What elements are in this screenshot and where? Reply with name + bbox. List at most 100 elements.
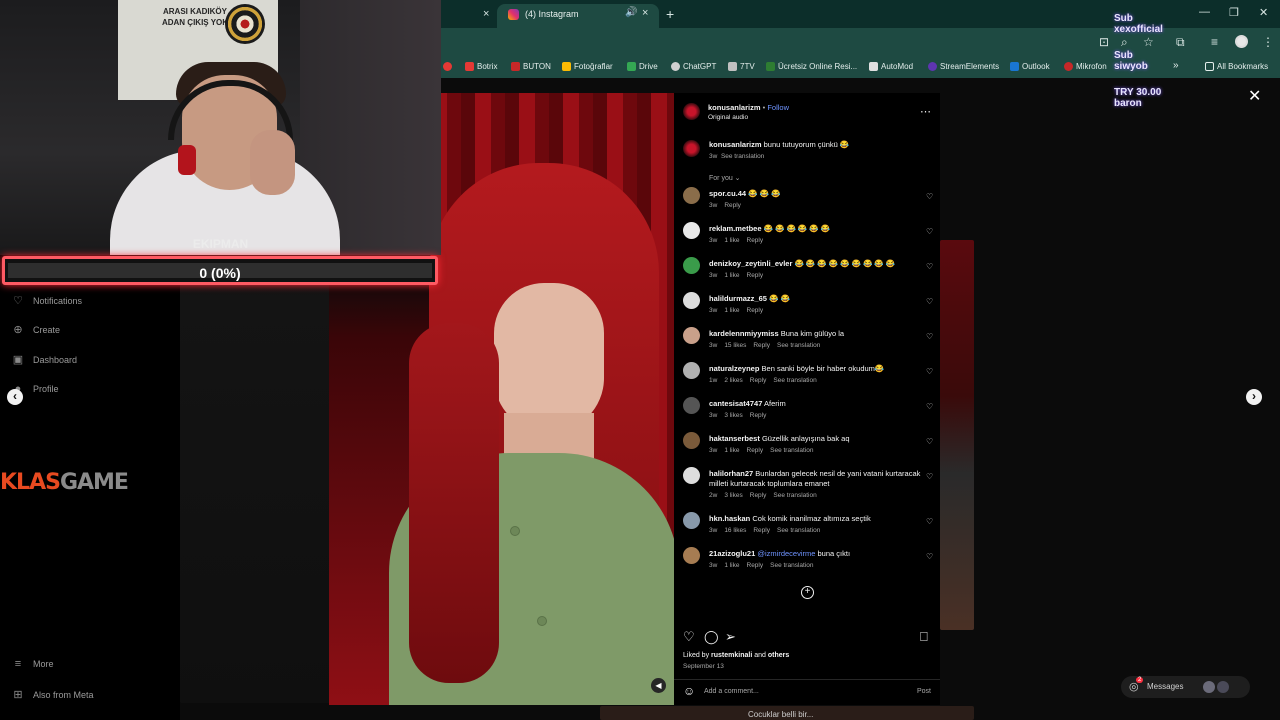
bookmark-star-icon[interactable]: ☆ (1143, 35, 1154, 49)
more-options-icon[interactable]: ⋯ (920, 105, 931, 118)
comment-see-translation[interactable]: See translation (777, 527, 820, 534)
comment-avatar[interactable] (683, 512, 700, 529)
comment-avatar[interactable] (683, 327, 700, 344)
like-icon[interactable]: ♡ (683, 629, 695, 645)
comment-username[interactable]: halilorhan27 (709, 469, 753, 478)
caption-avatar[interactable] (683, 140, 700, 157)
comment-see-translation[interactable]: See translation (770, 562, 813, 569)
messages-button[interactable]: ◎ 2 Messages (1121, 676, 1250, 698)
comment-username[interactable]: hkn.haskan (709, 514, 750, 523)
sidebar-item-create[interactable]: ⊕ Create (12, 323, 60, 336)
comment-username[interactable]: haktanserbest (709, 434, 760, 443)
comment-reply-button[interactable]: Reply (747, 237, 764, 244)
comment-likes[interactable]: 1 like (724, 447, 739, 454)
comment-see-translation[interactable]: See translation (773, 492, 816, 499)
profile-avatar-icon[interactable] (1235, 35, 1248, 48)
comment-likes[interactable]: 16 likes (724, 527, 746, 534)
comment-see-translation[interactable]: See translation (773, 377, 816, 384)
comment-username[interactable]: naturalzeynep (709, 364, 759, 373)
menu-icon[interactable]: ⋮ (1262, 35, 1274, 49)
comment-reply-button[interactable]: Reply (750, 412, 767, 419)
media-control-icon[interactable]: ≡ (1211, 35, 1218, 49)
all-bookmarks-button[interactable]: All Bookmarks (1205, 62, 1268, 71)
comment-avatar[interactable] (683, 432, 700, 449)
comment-like-icon[interactable]: ♡ (926, 227, 933, 236)
zoom-icon[interactable]: ⌕ (1121, 35, 1128, 50)
comment-likes[interactable]: 1 like (724, 272, 739, 279)
comment-username[interactable]: denizkoy_zeytinli_evler (709, 259, 792, 268)
bookmark-item-drive[interactable]: Drive (627, 62, 658, 71)
comment-avatar[interactable] (683, 467, 700, 484)
comment-reply-button[interactable]: Reply (747, 562, 764, 569)
bookmark-item-botrix[interactable]: Botrix (465, 62, 497, 71)
comment-like-icon[interactable]: ♡ (926, 367, 933, 376)
likes-user[interactable]: rustemkinali (711, 652, 752, 659)
close-icon[interactable]: ✕ (1248, 86, 1261, 106)
comment-reply-button[interactable]: Reply (753, 527, 770, 534)
comment-avatar[interactable] (683, 257, 700, 274)
sidebar-item-notifications[interactable]: ♡ Notifications (12, 294, 82, 307)
author-name[interactable]: konusanlarizm (708, 103, 761, 112)
comment-likes[interactable]: 3 likes (724, 412, 742, 419)
comment-likes[interactable]: 1 like (724, 307, 739, 314)
tab-audio-icon[interactable]: 🔊 (625, 7, 637, 18)
comment-like-icon[interactable]: ♡ (926, 192, 933, 201)
comment-avatar[interactable] (683, 292, 700, 309)
bookmark-item-outlook[interactable]: Outlook (1010, 62, 1050, 71)
comment-sort-dropdown[interactable]: For you ⌄ (709, 174, 741, 182)
sidebar-item-also-from-meta[interactable]: ⊞ Also from Meta (12, 688, 93, 701)
comment-see-translation[interactable]: See translation (770, 447, 813, 454)
comment-like-icon[interactable]: ♡ (926, 297, 933, 306)
comment-like-icon[interactable]: ♡ (926, 517, 933, 526)
bookmark-item-ucretsiz[interactable]: Ücretsiz Online Resi... (766, 62, 857, 71)
bookmark-item-buton[interactable]: BUTON (511, 62, 551, 71)
new-tab-button[interactable]: + (666, 6, 674, 22)
comment-like-icon[interactable]: ♡ (926, 472, 933, 481)
likes-others[interactable]: others (768, 652, 789, 659)
comment-avatar[interactable] (683, 397, 700, 414)
comment-like-icon[interactable]: ♡ (926, 552, 933, 561)
comment-avatar[interactable] (683, 547, 700, 564)
comment-avatar[interactable] (683, 222, 700, 239)
comment-mention[interactable]: @izmirdecevirme (757, 549, 815, 558)
follow-button[interactable]: Follow (767, 103, 789, 112)
extensions-icon[interactable]: ⧉ (1176, 35, 1185, 50)
comment-likes[interactable]: 3 likes (724, 492, 742, 499)
comment-username[interactable]: cantesisat4747 (709, 399, 762, 408)
previous-reel-button[interactable]: ‹ (7, 389, 23, 405)
comment-username[interactable]: halildurmazz_65 (709, 294, 767, 303)
bookmark-item-fotograflar[interactable]: Fotoğraflar (562, 62, 613, 71)
add-comment-input[interactable]: Add a comment... (704, 688, 759, 695)
next-reel-button[interactable]: › (1246, 389, 1262, 405)
post-comment-button[interactable]: Post (917, 688, 931, 695)
comment-reply-button[interactable]: Reply (750, 377, 767, 384)
caption-see-translation[interactable]: See translation (721, 153, 764, 160)
caption-author[interactable]: konusanlarizm (709, 140, 762, 149)
bookmark-item-7tv[interactable]: 7TV (728, 62, 755, 71)
comment-like-icon[interactable]: ♡ (926, 437, 933, 446)
tab-instagram[interactable]: (4) Instagram 🔊 × (497, 4, 659, 28)
comment-icon[interactable]: ◯ (704, 629, 719, 645)
save-icon[interactable]: ⎕ (920, 629, 928, 645)
comment-username[interactable]: reklam.metbee (709, 224, 762, 233)
bookmark-item-0[interactable] (443, 62, 452, 71)
comment-reply-button[interactable]: Reply (747, 272, 764, 279)
bookmark-item-mikrofon[interactable]: Mikrofon (1064, 62, 1107, 71)
install-app-icon[interactable]: ⊡ (1099, 35, 1109, 49)
comment-likes[interactable]: 1 like (724, 237, 739, 244)
load-more-comments-button[interactable]: + (801, 586, 814, 599)
original-audio-link[interactable]: Original audio (708, 114, 748, 121)
comment-reply-button[interactable]: Reply (753, 342, 770, 349)
sidebar-item-dashboard[interactable]: ▣ Dashboard (12, 353, 77, 366)
mute-icon[interactable]: ◀ (651, 678, 666, 693)
comment-avatar[interactable] (683, 187, 700, 204)
restore-button[interactable]: ❐ (1229, 6, 1239, 19)
comment-likes[interactable]: 2 likes (724, 377, 742, 384)
bookmark-item-streamelements[interactable]: StreamElements (928, 62, 999, 71)
bookmark-item-chatgpt[interactable]: ChatGPT (671, 62, 716, 71)
comment-like-icon[interactable]: ♡ (926, 262, 933, 271)
comment-like-icon[interactable]: ♡ (926, 332, 933, 341)
sidebar-item-more[interactable]: ≡ More (12, 658, 54, 670)
comment-reply-button[interactable]: Reply (750, 492, 767, 499)
emoji-icon[interactable]: ☺ (683, 684, 695, 698)
